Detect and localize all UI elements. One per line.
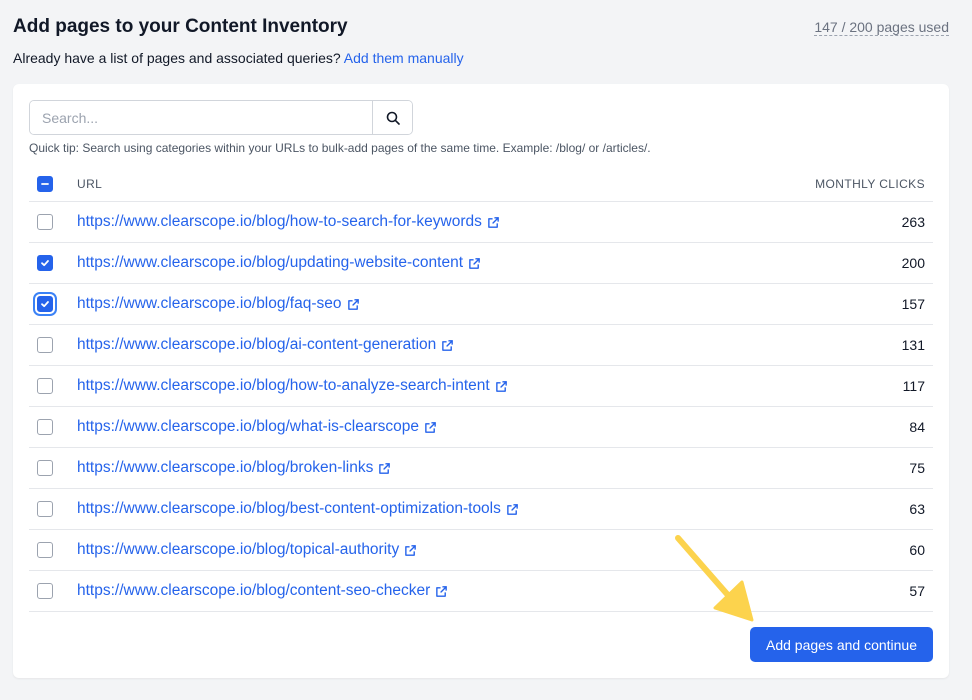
search-icon [386, 111, 400, 125]
table-row: https://www.clearscope.io/blog/how-to-an… [29, 366, 933, 407]
monthly-clicks-value: 131 [901, 337, 925, 353]
monthly-clicks-value: 63 [909, 501, 925, 517]
content-card: Quick tip: Search using categories withi… [13, 84, 949, 678]
pages-usage-counter[interactable]: 147 / 200 pages used [814, 19, 949, 36]
subtitle-text: Already have a list of pages and associa… [13, 50, 341, 66]
select-all-checkbox[interactable] [37, 175, 53, 192]
external-link-icon[interactable] [487, 216, 500, 229]
table-row: https://www.clearscope.io/blog/faq-seo 15… [29, 284, 933, 325]
monthly-clicks-value: 117 [902, 378, 925, 394]
external-link-icon[interactable] [404, 544, 417, 557]
table-row: https://www.clearscope.io/blog/best-cont… [29, 489, 933, 530]
table-row: https://www.clearscope.io/blog/topical-a… [29, 530, 933, 571]
quick-tip: Quick tip: Search using categories withi… [29, 141, 651, 155]
table-row: https://www.clearscope.io/blog/updating-… [29, 243, 933, 284]
monthly-clicks-value: 75 [909, 460, 925, 476]
page-url-link[interactable]: https://www.clearscope.io/blog/topical-a… [77, 541, 399, 559]
row-checkbox[interactable] [37, 255, 53, 271]
search-button[interactable] [372, 101, 412, 134]
external-link-icon[interactable] [506, 503, 519, 516]
table-header: URL MONTHLY CLICKS [29, 166, 933, 202]
table-row: https://www.clearscope.io/blog/broken-li… [29, 448, 933, 489]
row-checkbox[interactable] [37, 460, 53, 476]
row-checkbox[interactable] [37, 583, 53, 599]
page-url-link[interactable]: https://www.clearscope.io/blog/how-to-an… [77, 377, 490, 395]
row-checkbox[interactable] [37, 214, 53, 230]
monthly-clicks-value: 84 [909, 419, 925, 435]
external-link-icon[interactable] [495, 380, 508, 393]
page-url-link[interactable]: https://www.clearscope.io/blog/ai-conten… [77, 336, 436, 354]
table-row: https://www.clearscope.io/blog/content-s… [29, 571, 933, 612]
add-manually-link[interactable]: Add them manually [344, 50, 464, 66]
external-link-icon[interactable] [347, 298, 360, 311]
monthly-clicks-value: 200 [901, 255, 925, 271]
row-checkbox[interactable] [37, 542, 53, 558]
page-title: Add pages to your Content Inventory [13, 16, 348, 37]
row-checkbox[interactable] [37, 296, 53, 312]
search-bar [29, 100, 413, 135]
url-column-header[interactable]: URL [77, 177, 102, 191]
page-url-link[interactable]: https://www.clearscope.io/blog/how-to-se… [77, 213, 482, 231]
pages-table: URL MONTHLY CLICKS https://www.clearscop… [29, 166, 933, 612]
add-pages-continue-button[interactable]: Add pages and continue [750, 627, 933, 662]
search-input[interactable] [30, 101, 372, 134]
table-row: https://www.clearscope.io/blog/how-to-se… [29, 202, 933, 243]
page-url-link[interactable]: https://www.clearscope.io/blog/broken-li… [77, 459, 373, 477]
page-url-link[interactable]: https://www.clearscope.io/blog/updating-… [77, 254, 463, 272]
page-url-link[interactable]: https://www.clearscope.io/blog/faq-seo [77, 295, 342, 313]
page-url-link[interactable]: https://www.clearscope.io/blog/best-cont… [77, 500, 501, 518]
monthly-clicks-value: 157 [901, 296, 925, 312]
page-subtitle: Already have a list of pages and associa… [13, 50, 464, 66]
external-link-icon[interactable] [435, 585, 448, 598]
clicks-column-header[interactable]: MONTHLY CLICKS [815, 177, 925, 191]
row-checkbox[interactable] [37, 419, 53, 435]
table-row: https://www.clearscope.io/blog/what-is-c… [29, 407, 933, 448]
external-link-icon[interactable] [424, 421, 437, 434]
row-checkbox[interactable] [37, 337, 53, 353]
external-link-icon[interactable] [441, 339, 454, 352]
row-checkbox[interactable] [37, 378, 53, 394]
page-url-link[interactable]: https://www.clearscope.io/blog/what-is-c… [77, 418, 419, 436]
external-link-icon[interactable] [378, 462, 391, 475]
row-checkbox[interactable] [37, 501, 53, 517]
monthly-clicks-value: 60 [909, 542, 925, 558]
monthly-clicks-value: 263 [901, 214, 925, 230]
external-link-icon[interactable] [468, 257, 481, 270]
table-row: https://www.clearscope.io/blog/ai-conten… [29, 325, 933, 366]
page-url-link[interactable]: https://www.clearscope.io/blog/content-s… [77, 582, 430, 600]
monthly-clicks-value: 57 [909, 583, 925, 599]
